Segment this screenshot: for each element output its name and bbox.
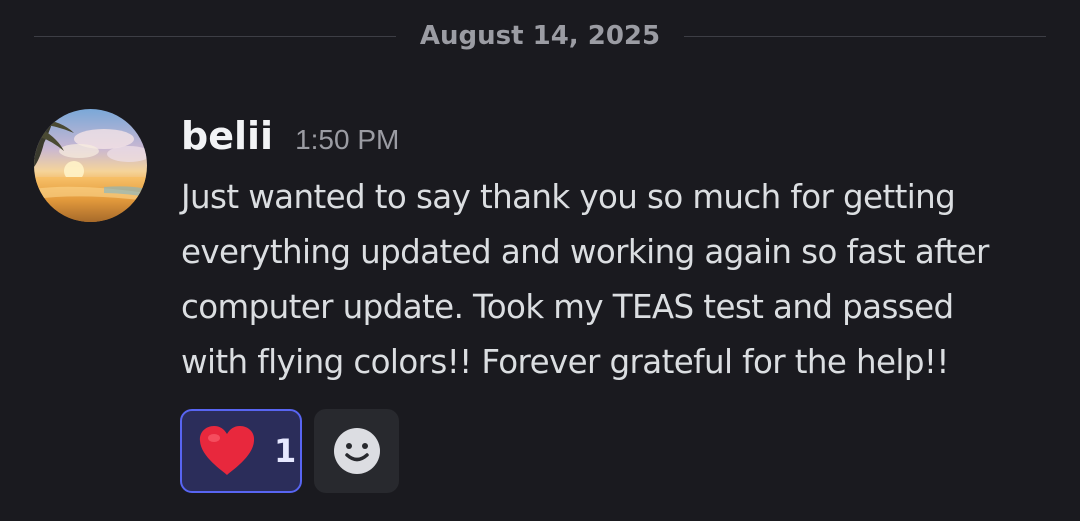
username[interactable]: belii [181,114,273,158]
message-content: Just wanted to say thank you so much for… [181,170,1061,390]
message-timestamp: 1:50 PM [295,124,400,155]
divider-line-left [34,35,396,37]
add-reaction-button[interactable] [314,409,399,493]
reactions-bar: 1 [180,409,399,493]
message-line: computer update. Took my TEAS test and p… [181,288,954,326]
date-divider: August 14, 2025 [34,18,1046,54]
reaction-count: 1 [274,432,297,470]
heart-reaction-button[interactable]: 1 [180,409,302,493]
smiley-add-reaction-icon [333,428,380,474]
beach-sunset-avatar-icon [34,109,147,222]
message-header: belii 1:50 PM [181,114,399,168]
message-line: everything updated and working again so … [181,233,989,271]
chat-message-view: August 14, 2025 belii 1:50 PM Just wante… [0,0,1080,521]
message-line: Just wanted to say thank you so much for… [181,178,956,216]
date-divider-label: August 14, 2025 [419,21,661,51]
divider-line-right [684,35,1046,37]
avatar[interactable] [34,109,147,222]
heart-icon [199,426,255,475]
message-line: with flying colors!! Forever grateful fo… [181,343,949,381]
